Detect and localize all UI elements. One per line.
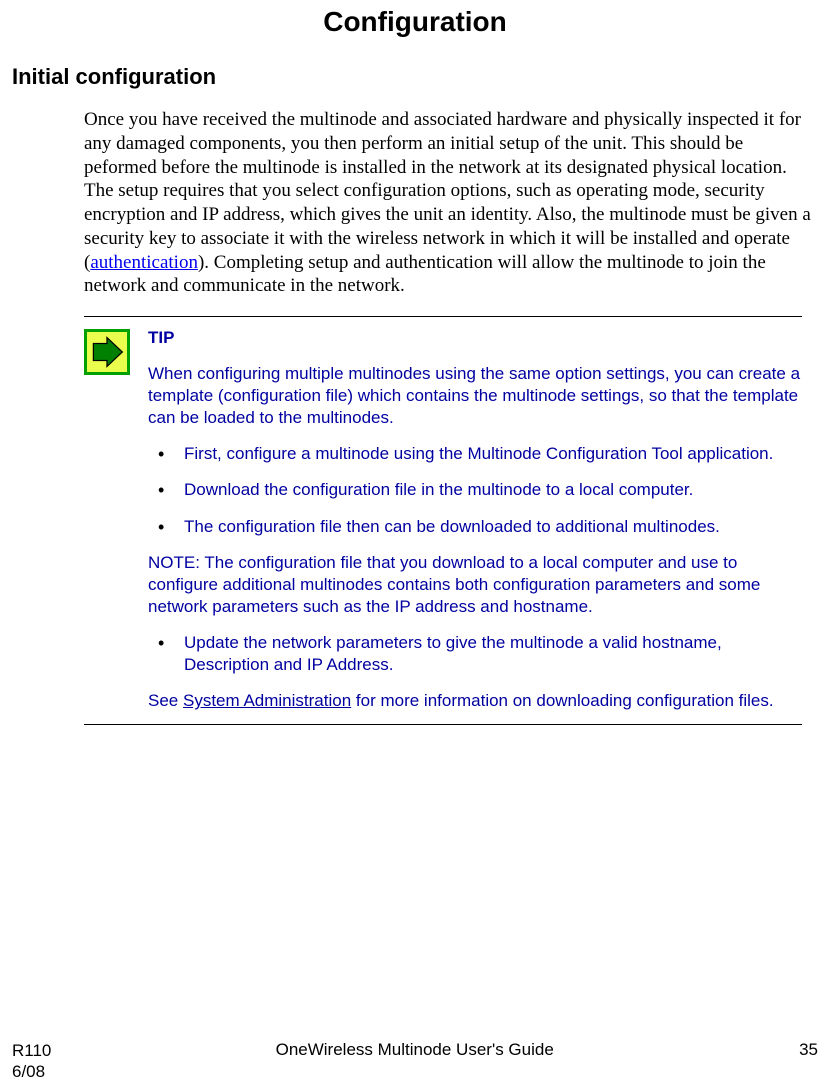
tip-box: TIP When configuring multiple multinodes… xyxy=(84,316,802,725)
tip-content: TIP When configuring multiple multinodes… xyxy=(148,327,802,712)
tip-bullet: Update the network parameters to give th… xyxy=(148,632,802,676)
section-heading: Initial configuration xyxy=(12,64,818,90)
tip-bullet: First, configure a multinode using the M… xyxy=(148,443,802,465)
footer-left: R110 6/08 xyxy=(12,1040,51,1083)
intro-text-before: Once you have received the multinode and… xyxy=(84,109,811,273)
authentication-link[interactable]: authentication xyxy=(90,252,198,273)
footer-page-number: 35 xyxy=(778,1040,818,1060)
system-administration-link[interactable]: System Administration xyxy=(183,691,351,710)
tip-bullet: Download the configuration file in the m… xyxy=(148,479,802,501)
tip-bullet-list-1: First, configure a multinode using the M… xyxy=(148,443,802,537)
page-title: Configuration xyxy=(12,6,818,38)
footer-date: 6/08 xyxy=(12,1062,45,1081)
tip-see-also: See System Administration for more infor… xyxy=(148,690,802,712)
intro-paragraph: Once you have received the multinode and… xyxy=(84,108,818,298)
footer-title: OneWireless Multinode User's Guide xyxy=(51,1040,778,1060)
tip-bullet: The configuration file then can be downl… xyxy=(148,516,802,538)
tip-note: NOTE: The configuration file that you do… xyxy=(148,552,802,618)
footer-revision: R110 xyxy=(12,1041,51,1060)
tip-label: TIP xyxy=(148,327,802,349)
tip-arrow-icon xyxy=(84,329,130,375)
tip-intro: When configuring multiple multinodes usi… xyxy=(148,363,802,429)
tip-bullet-list-2: Update the network parameters to give th… xyxy=(148,632,802,676)
tip-see-prefix: See xyxy=(148,691,183,710)
tip-see-suffix: for more information on downloading conf… xyxy=(351,691,773,710)
page-footer: R110 6/08 OneWireless Multinode User's G… xyxy=(12,1040,818,1083)
